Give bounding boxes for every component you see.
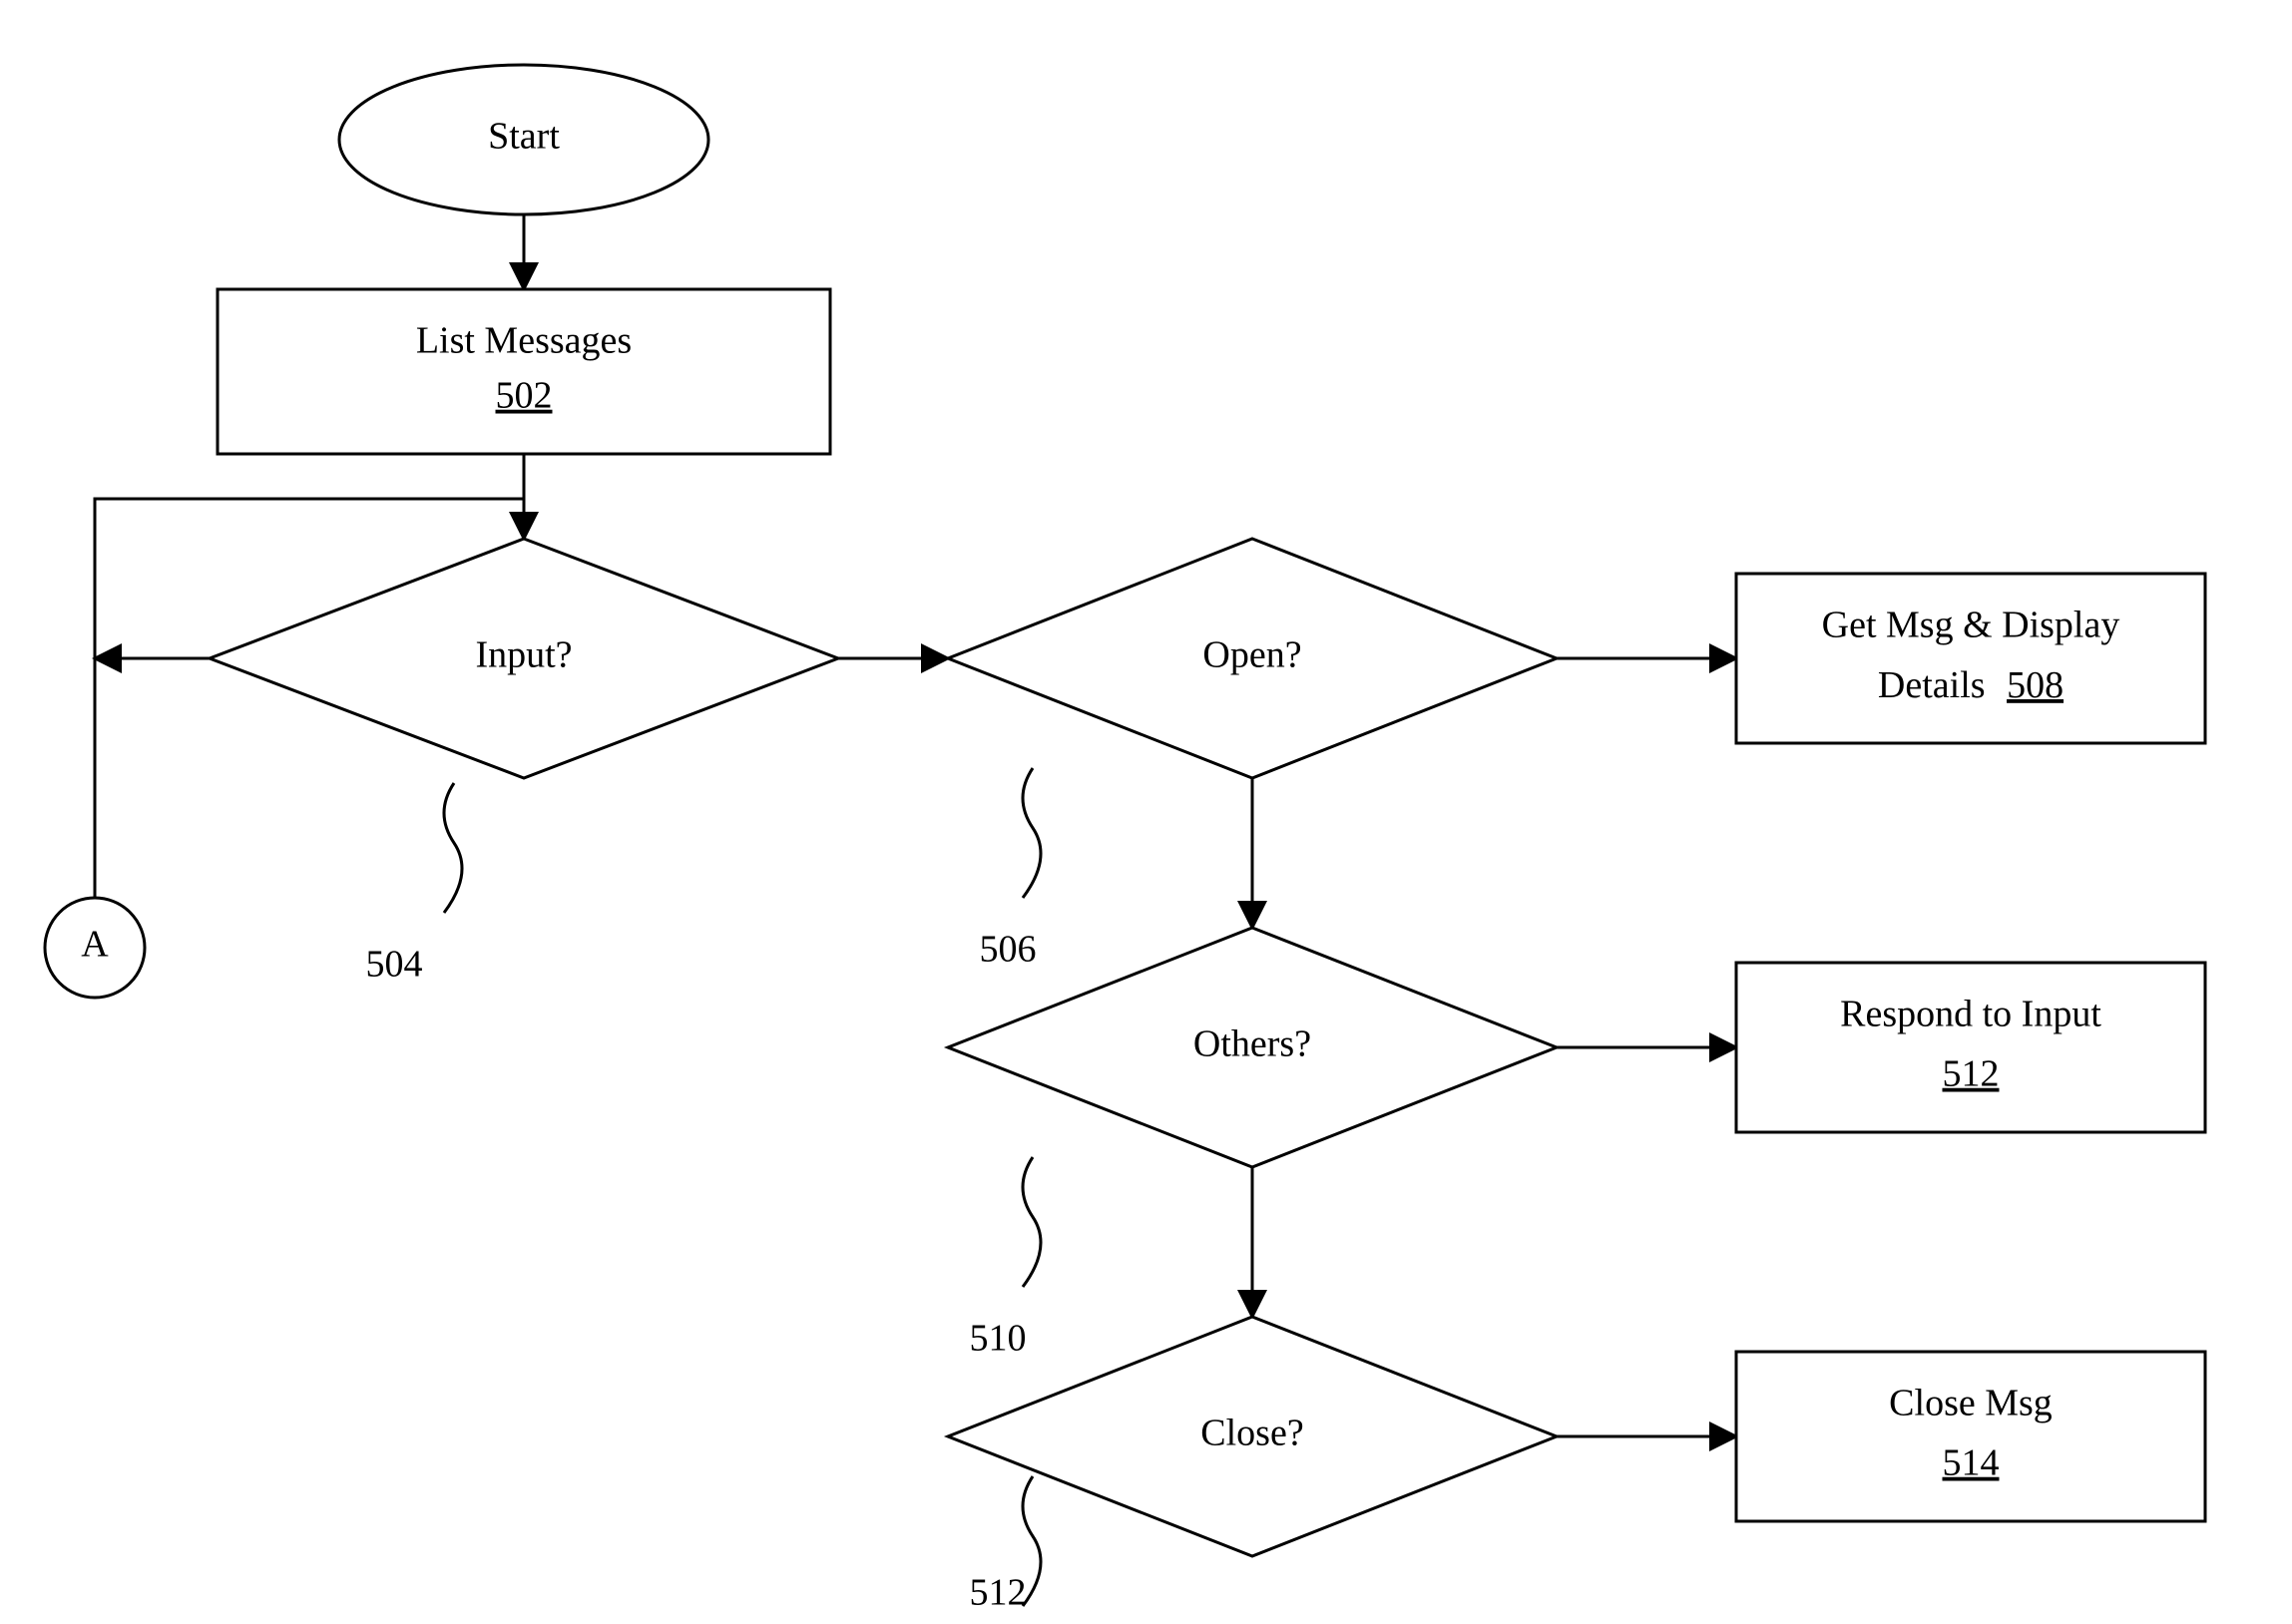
ref-pointer-506 [1023,768,1041,898]
respond-ref: 512 [1943,1053,2000,1095]
ref-pointer-504 [444,783,462,913]
decision-input-ref: 504 [366,944,423,986]
decision-close-label: Close? [1200,1413,1303,1454]
process-respond [1736,963,2205,1132]
decision-close-ref: 512 [970,1572,1027,1614]
close-msg-label: Close Msg [1889,1383,2053,1424]
decision-others-ref: 510 [970,1318,1027,1360]
list-messages-ref: 502 [496,375,553,417]
process-list-messages [218,289,830,454]
process-close-msg [1736,1352,2205,1521]
ref-pointer-510 [1023,1157,1041,1287]
start-label: Start [488,116,560,158]
get-msg-label1: Get Msg & Display [1822,605,2120,646]
connector-a-label: A [81,924,109,966]
close-msg-ref: 514 [1943,1442,2000,1484]
decision-open-label: Open? [1202,634,1301,676]
get-msg-label2: Details 508 [1878,664,2063,706]
decision-others-label: Others? [1193,1023,1311,1065]
decision-input-label: Input? [475,634,572,676]
list-messages-label: List Messages [416,320,632,362]
process-get-msg [1736,574,2205,743]
flowchart: Start List Messages 502 Input? 504 A Ope… [0,0,2292,1624]
decision-open-ref: 506 [980,929,1037,971]
respond-label: Respond to Input [1840,994,2101,1035]
